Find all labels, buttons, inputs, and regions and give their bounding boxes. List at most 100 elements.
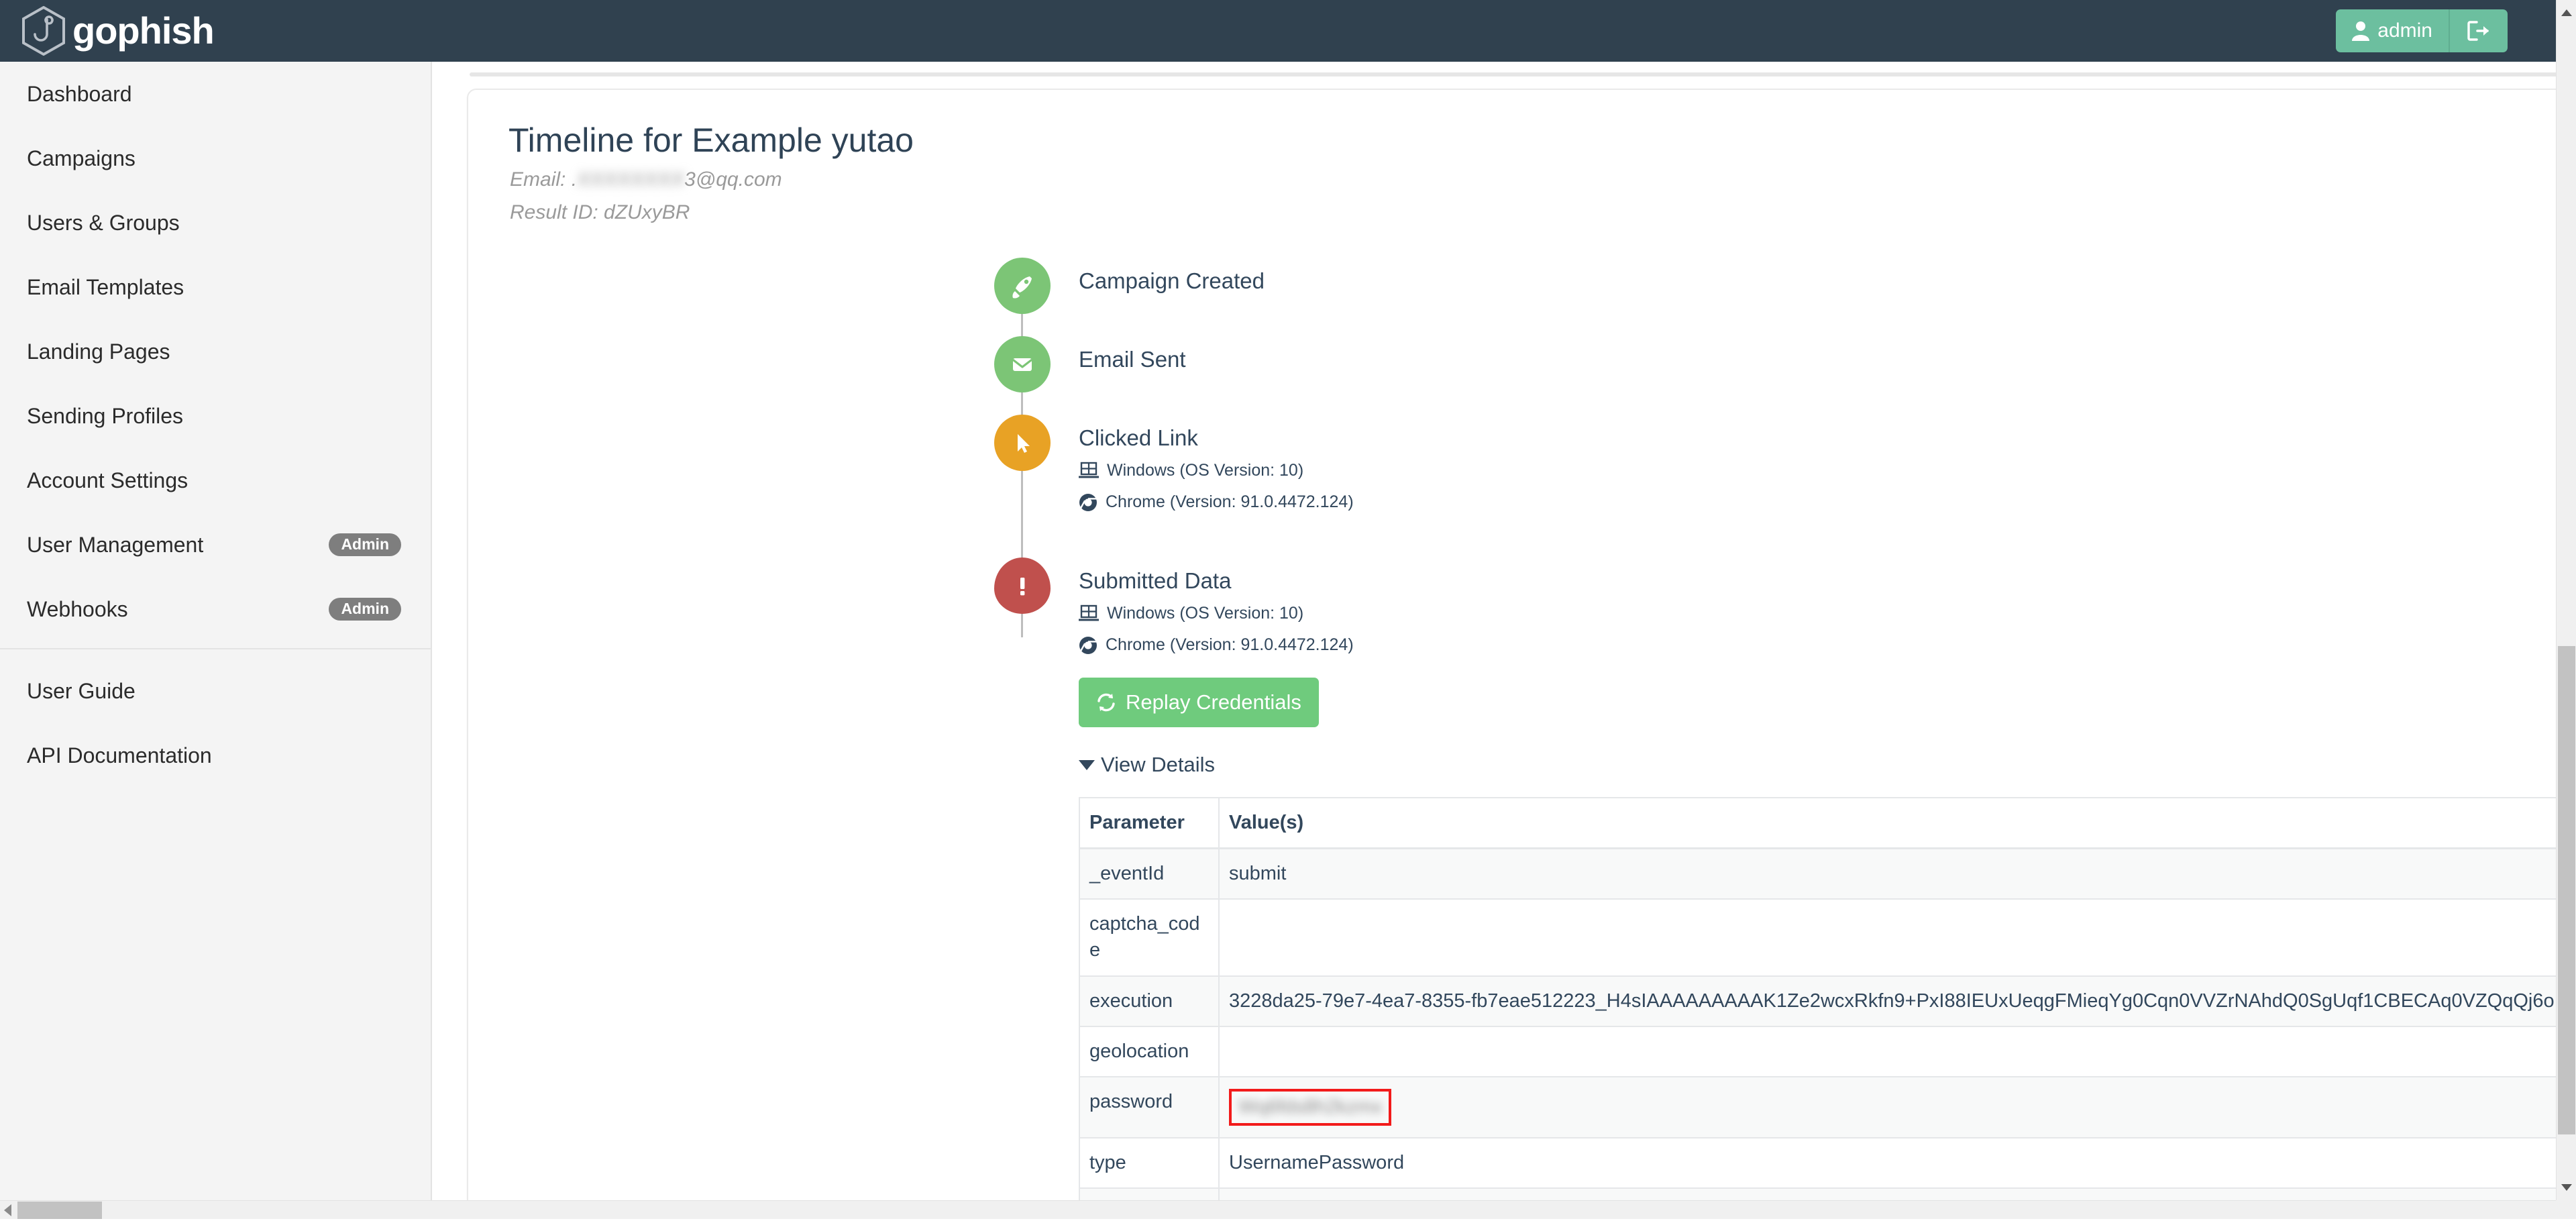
value-cell-redacted: 42819 [1219,1188,2556,1200]
sidebar-item-api-documentation[interactable]: API Documentation [0,723,431,788]
sidebar-item-webhooks[interactable]: Webhooks Admin [0,577,431,641]
admin-user-button[interactable]: admin [2336,9,2450,52]
scrollbar-corner [2556,1200,2576,1219]
browser-row: Chrome (Version: 91.0.4472.124) [1079,492,1354,512]
table-header-row: Parameter Value(s) [1079,798,2556,849]
param-cell: type [1079,1138,1219,1188]
brand-logo[interactable]: gophish [21,6,214,56]
sidebar-item-sending-profiles[interactable]: Sending Profiles [0,384,431,448]
password-redaction-highlight: Wq6fds8h2kzmx [1229,1089,1391,1126]
top-navbar: gophish admin [0,0,2556,62]
view-details-label: View Details [1101,753,1215,777]
email-line: Email: .XXXXXXXX3@qq.com [510,168,2556,192]
table-row: username 42819 [1079,1188,2556,1200]
sidebar-item-label: Landing Pages [27,339,170,364]
sidebar-item-label: Users & Groups [27,211,180,235]
horizontal-scrollbar[interactable] [0,1200,2556,1219]
timeline: Campaign Created Email Sent [468,252,2556,1200]
timeline-entry-title: Submitted Data [1079,552,2556,592]
param-cell: password [1079,1077,1219,1138]
caret-down-icon[interactable] [2557,1177,2576,1198]
windows-laptop-icon [1079,462,1099,480]
sidebar-item-user-guide[interactable]: User Guide [0,659,431,723]
submitted-data-table: Parameter Value(s) _eventId submit captc… [1079,797,2556,1200]
sidebar-item-label: Campaigns [27,146,136,171]
rocket-icon [994,258,1051,314]
replay-credentials-button[interactable]: Replay Credentials [1079,678,1319,727]
sidebar-item-dashboard[interactable]: Dashboard [0,62,431,126]
sidebar-item-email-templates[interactable]: Email Templates [0,255,431,319]
timeline-entry: Submitted Data Windows (OS Version: 10) [468,552,2556,1200]
timeline-panel: Timeline for Example yutao Email: .XXXXX… [467,89,2556,1200]
browser-text: Chrome (Version: 91.0.4472.124) [1106,635,1354,655]
email-label: Email: [510,168,572,191]
timeline-entry-title: Email Sent [1079,331,1186,370]
table-row: _eventId submit [1079,849,2556,900]
timeline-entry: Email Sent [468,331,2556,377]
user-icon [2352,21,2369,41]
email-prefix: . [572,168,577,191]
top-strip [470,72,2556,76]
param-cell: captcha_code [1079,899,1219,975]
table-row: execution 3228da25-79e7-4ea7-8355-fb7eae… [1079,976,2556,1026]
vertical-scrollbar[interactable] [2556,0,2576,1200]
admin-badge: Admin [329,598,401,621]
password-blurred-value: Wq6fds8h2kzmx [1238,1094,1382,1120]
caret-left-icon[interactable] [3,1203,12,1221]
admin-badge: Admin [329,533,401,556]
horizontal-scrollbar-thumb[interactable] [17,1202,102,1219]
user-area: admin [2336,9,2508,52]
sidebar-item-label: Account Settings [27,468,188,493]
timeline-entry: Campaign Created [468,252,2556,299]
sidebar-item-landing-pages[interactable]: Landing Pages [0,319,431,384]
value-cell [1219,899,2556,975]
param-cell: execution [1079,976,1219,1026]
mouse-pointer-icon [994,415,1051,471]
sidebar-divider [0,648,431,649]
view-details-toggle[interactable]: View Details [1079,753,1215,777]
table-row: geolocation [1079,1026,2556,1077]
sidebar-item-users-groups[interactable]: Users & Groups [0,191,431,255]
sidebar-item-label: Dashboard [27,82,132,107]
timeline-entry-title: Campaign Created [1079,252,1265,292]
refresh-icon [1096,692,1116,712]
email-suffix: 3@qq.com [684,168,782,191]
value-cell: UsernamePassword [1219,1138,2556,1188]
envelope-icon [994,336,1051,392]
value-cell: 3228da25-79e7-4ea7-8355-fb7eae512223_H4s… [1219,976,2556,1026]
admin-label: admin [2377,19,2432,42]
sidebar-item-label: Webhooks [27,597,128,622]
value-cell: submit [1219,849,2556,900]
brand-text: gophish [72,12,214,50]
os-text: Windows (OS Version: 10) [1107,604,1303,623]
value-cell [1219,1026,2556,1077]
sidebar-item-label: API Documentation [27,743,212,768]
sidebar-item-label: Sending Profiles [27,404,183,429]
timeline-entry: Clicked Link Windows (OS Version: 10) [468,409,2556,519]
sidebar-item-user-management[interactable]: User Management Admin [0,513,431,577]
sidebar-item-campaigns[interactable]: Campaigns [0,126,431,191]
caret-down-icon [1079,760,1095,770]
os-text: Windows (OS Version: 10) [1107,461,1303,480]
param-cell: geolocation [1079,1026,1219,1077]
value-cell-redacted: Wq6fds8h2kzmx [1219,1077,2556,1138]
column-header-parameter: Parameter [1079,798,1219,849]
sidebar-item-label: Email Templates [27,275,184,300]
sidebar-item-account-settings[interactable]: Account Settings [0,448,431,513]
caret-up-icon[interactable] [2557,3,2576,23]
hexagon-fishhook-logo-icon [21,6,66,56]
table-row: password Wq6fds8h2kzmx [1079,1077,2556,1138]
sign-out-icon [2467,21,2490,41]
logout-button[interactable] [2450,9,2508,52]
timeline-entry-title: Clicked Link [1079,409,1354,449]
chrome-icon [1079,493,1097,512]
windows-laptop-icon [1079,604,1099,623]
result-id-line: Result ID: dZUxyBR [510,201,2556,225]
os-row: Windows (OS Version: 10) [1079,604,2556,623]
page-title: Timeline for Example yutao [508,122,2556,159]
exclamation-icon [994,558,1051,614]
browser-text: Chrome (Version: 91.0.4472.124) [1106,492,1354,512]
chrome-icon [1079,636,1097,655]
browser-row: Chrome (Version: 91.0.4472.124) [1079,635,2556,655]
vertical-scrollbar-thumb[interactable] [2558,646,2575,1134]
